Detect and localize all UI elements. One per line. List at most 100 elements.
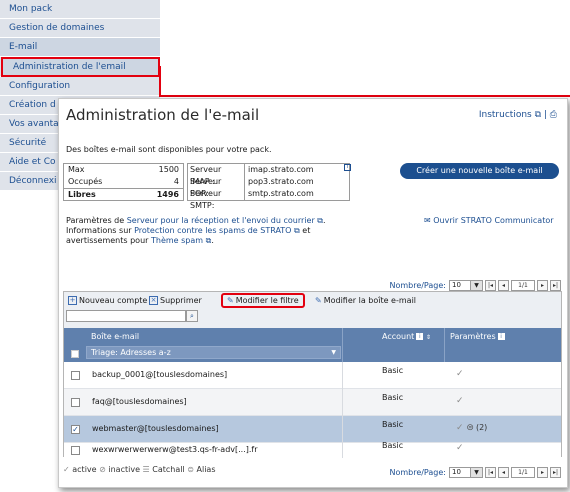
- new-account-label[interactable]: Nouveau compte: [79, 296, 147, 305]
- table-row[interactable]: backup_0001@[touslesdomaines] Basic ✓: [64, 362, 561, 389]
- account-type: Basic: [382, 393, 404, 402]
- highlight-connector-vertical: [159, 66, 161, 96]
- mailbox-address[interactable]: webmaster@[touslesdomaines]: [92, 424, 219, 433]
- info-icon[interactable]: i: [416, 333, 424, 340]
- table-header: Boîte e-mail Triage: Adresses a-z ▼ Accou…: [64, 328, 561, 362]
- inactive-icon: ⊘: [99, 465, 106, 474]
- row-checkbox[interactable]: [71, 446, 80, 455]
- nav-item-domaines[interactable]: Gestion de domaines: [0, 19, 160, 38]
- create-mailbox-button[interactable]: Créer une nouvelle boîte e-mail: [400, 163, 559, 179]
- alias-icon: ⊜: [466, 423, 474, 433]
- nav-item-configuration[interactable]: Configuration: [0, 77, 160, 96]
- communicator-label[interactable]: Ouvrir STRATO Communicator: [433, 216, 553, 225]
- legend-alias: Alias: [196, 465, 216, 474]
- stat-label: Libres: [68, 190, 96, 199]
- chevron-down-icon: ▼: [470, 281, 482, 290]
- external-link-icon: ⧉: [534, 110, 542, 120]
- prev-page-button[interactable]: ◂: [498, 280, 509, 291]
- active-check-icon: ✓: [456, 369, 464, 379]
- instructions-label[interactable]: Instructions: [479, 110, 532, 120]
- stat-value: 1500: [158, 165, 179, 174]
- server-value: imap.strato.com: [248, 165, 314, 174]
- modify-mailbox-label[interactable]: Modifier la boîte e-mail: [324, 296, 416, 305]
- pager-bottom: Nombre/Page: 10 ▼ |◂ ◂ 1/1 ▸ ▸|: [389, 467, 561, 478]
- stat-label: Max: [68, 165, 85, 174]
- select-all-checkbox[interactable]: [71, 350, 79, 358]
- sort-arrows-icon[interactable]: ⇕: [426, 334, 431, 341]
- column-account[interactable]: Account i ⇕: [382, 332, 431, 341]
- server-row: Serveur POP: pop3.strato.com: [188, 176, 349, 198]
- pager-top: Nombre/Page: 10 ▼ |◂ ◂ 1/1 ▸ ▸|: [389, 280, 561, 291]
- column-divider: [342, 362, 343, 458]
- mail-icon: ✉: [424, 216, 431, 225]
- external-link-icon: ⧉: [205, 236, 212, 245]
- server-row: Serveur IMAP : imap.strato.com: [188, 164, 349, 186]
- table-row[interactable]: wexwrwerwerwerw@test3.qs-fr-adv[...].fr …: [64, 441, 561, 458]
- column-params-label: Paramètres: [450, 332, 496, 341]
- account-type: Basic: [382, 441, 404, 450]
- stat-row: Max 1500: [64, 164, 183, 176]
- catchall-icon: ☰: [142, 465, 150, 474]
- email-admin-panel: Administration de l'e-mail Instructions …: [58, 98, 568, 488]
- last-page-button[interactable]: ▸|: [550, 467, 561, 478]
- delete-button[interactable]: × Supprimer: [149, 296, 202, 305]
- modify-mailbox-button[interactable]: ✎ Modifier la boîte e-mail: [315, 296, 416, 305]
- page-size-select[interactable]: 10 ▼: [449, 467, 483, 478]
- info-icon[interactable]: i: [497, 333, 505, 340]
- legend-inactive: inactive: [108, 465, 140, 474]
- table-row[interactable]: faq@[touslesdomaines] Basic ✓: [64, 389, 561, 416]
- spam-theme-link[interactable]: Thème spam: [151, 236, 203, 245]
- modify-filter-button[interactable]: ✎ Modifier le filtre: [221, 293, 305, 308]
- server-value: smtp.strato.com: [248, 189, 314, 198]
- new-account-button[interactable]: + Nouveau compte: [68, 296, 147, 305]
- page-size-select[interactable]: 10 ▼: [449, 280, 483, 291]
- trash-icon: ×: [149, 296, 158, 305]
- params-text: et: [299, 226, 311, 235]
- params-text: Informations sur: [66, 226, 135, 235]
- server-settings-link[interactable]: Serveur pour la réception et l'envoi du …: [127, 216, 315, 225]
- next-page-button[interactable]: ▸: [537, 467, 548, 478]
- mailbox-table-container: + Nouveau compte × Supprimer ✎ Modifier le …: [63, 291, 562, 458]
- alias-icon: ⊜: [187, 465, 194, 474]
- external-link-icon: ⧉: [317, 216, 323, 225]
- table-row[interactable]: ✓ webmaster@[touslesdomaines] Basic ✓ ⊜(…: [64, 416, 561, 443]
- column-divider: [444, 328, 445, 362]
- row-checkbox[interactable]: ✓: [71, 425, 80, 434]
- prev-page-button[interactable]: ◂: [498, 467, 509, 478]
- row-checkbox[interactable]: [71, 398, 80, 407]
- mailbox-stats: Max 1500 Occupés 4 Libres 1496: [63, 163, 184, 201]
- nav-item-mon-pack[interactable]: Mon pack: [0, 0, 160, 19]
- search-input[interactable]: [66, 310, 186, 322]
- legend-catchall: Catchall: [152, 465, 185, 474]
- delete-label[interactable]: Supprimer: [160, 296, 202, 305]
- mailbox-address[interactable]: faq@[touslesdomaines]: [92, 397, 187, 406]
- pager-label: Nombre/Page:: [389, 468, 446, 477]
- stat-row: Libres 1496: [64, 188, 183, 200]
- nav-item-email[interactable]: E-mail: [0, 38, 160, 57]
- sort-value: Triage: Adresses a-z: [91, 348, 171, 357]
- mailbox-address[interactable]: backup_0001@[touslesdomaines]: [92, 370, 227, 379]
- print-icon[interactable]: ⎙: [550, 110, 557, 120]
- first-page-button[interactable]: |◂: [485, 280, 496, 291]
- active-check-icon: ✓: [456, 443, 464, 453]
- stat-row: Occupés 4: [64, 176, 183, 188]
- chevron-down-icon: ▼: [331, 349, 336, 356]
- spam-protection-link[interactable]: Protection contre les spams de STRATO: [134, 226, 291, 235]
- sort-select[interactable]: Triage: Adresses a-z ▼: [86, 346, 341, 359]
- server-label: Serveur IMAP :: [190, 164, 245, 186]
- server-info-icon[interactable]: i: [344, 164, 351, 171]
- last-page-button[interactable]: ▸|: [550, 280, 561, 291]
- modify-filter-label[interactable]: Modifier le filtre: [236, 296, 299, 305]
- next-page-button[interactable]: ▸: [537, 280, 548, 291]
- row-checkbox[interactable]: [71, 371, 80, 380]
- instructions-link[interactable]: Instructions ⧉ | ⎙: [479, 110, 557, 120]
- first-page-button[interactable]: |◂: [485, 467, 496, 478]
- search-icon[interactable]: ⌕: [186, 310, 198, 322]
- nav-subitem-email-admin[interactable]: Administration de l'email: [1, 57, 160, 77]
- column-account-label: Account: [382, 332, 415, 341]
- column-params: Paramètres i: [450, 332, 505, 341]
- mailbox-address[interactable]: wexwrwerwerwerw@test3.qs-fr-adv[...].fr: [92, 445, 258, 454]
- legend-active: active: [72, 465, 97, 474]
- communicator-link[interactable]: ✉ Ouvrir STRATO Communicator: [424, 216, 554, 225]
- stat-value: 1496: [156, 190, 179, 199]
